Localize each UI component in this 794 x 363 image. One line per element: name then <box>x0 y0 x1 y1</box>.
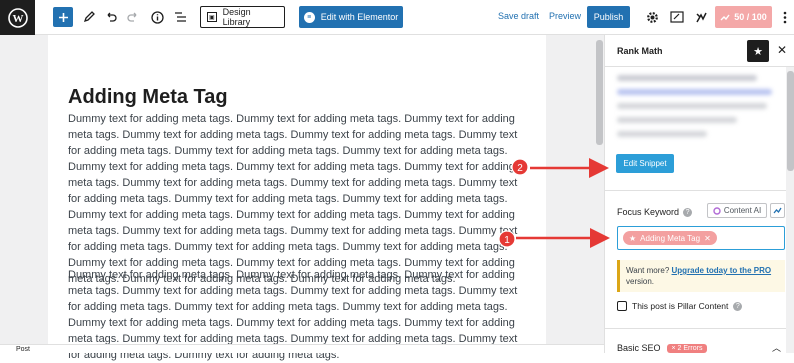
annotation-marker-2-label: 2 <box>517 163 523 174</box>
annotation-marker-1-label: 1 <box>504 235 510 246</box>
annotation-overlay: 2 1 <box>498 158 610 248</box>
